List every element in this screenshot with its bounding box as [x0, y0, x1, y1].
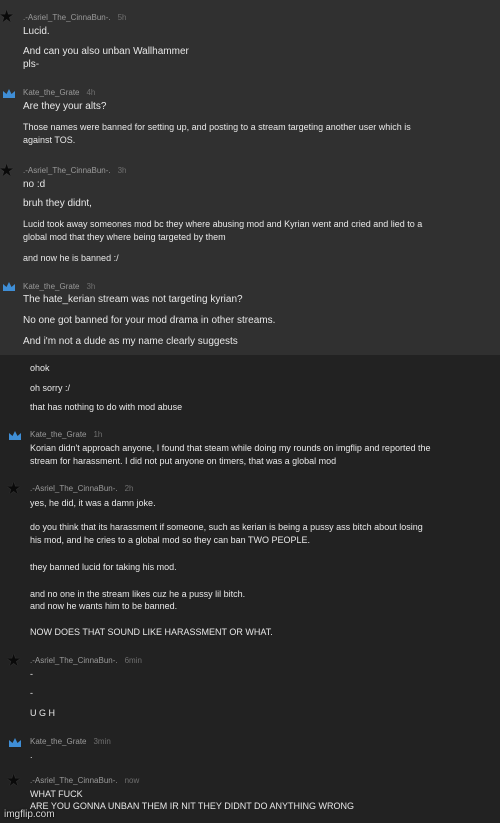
star-icon: ★: [6, 771, 22, 790]
crown-icon: [2, 88, 18, 104]
username-link[interactable]: Kate_the_Grate: [30, 430, 86, 439]
timestamp: 5h: [117, 13, 127, 22]
comment-line: Those names were banned for setting up, …: [23, 122, 411, 132]
comment-line: oh sorry :/: [30, 383, 71, 393]
username-link[interactable]: Kate_the_Grate: [23, 88, 79, 97]
crown-icon: [2, 281, 18, 297]
comment-line: ohok: [30, 363, 50, 373]
comment-line: bruh they didnt,: [23, 198, 92, 209]
comment-line: and no one in the stream likes cuz he a …: [30, 589, 246, 599]
timestamp: now: [124, 776, 140, 785]
comment-header: .-Asriel_The_CinnaBun-. 2h: [30, 484, 134, 493]
star-icon: ★: [6, 651, 22, 670]
comment-line: Lucid.: [23, 26, 50, 37]
comment-line: that has nothing to do with mod abuse: [30, 402, 183, 412]
comment-line: -: [30, 688, 33, 698]
comment-line: and now he is banned :/: [23, 253, 119, 263]
comment-line: NOW DOES THAT SOUND LIKE HARASSMENT OR W…: [30, 627, 273, 637]
comment-line: And i'm not a dude as my name clearly su…: [23, 336, 238, 347]
comment-line: ARE YOU GONNA UNBAN THEM IR NIT THEY DID…: [30, 801, 355, 811]
timestamp: 3h: [117, 166, 127, 175]
imgflip-watermark: imgflip.com: [4, 809, 55, 820]
comment-line: they banned lucid for taking his mod.: [30, 562, 177, 572]
comment-line: no :d: [23, 179, 46, 190]
comment-line: Are they your alts?: [23, 101, 107, 112]
comment-header: Kate_the_Grate 1h: [30, 430, 102, 439]
comment-header: .-Asriel_The_CinnaBun-. 5h: [23, 13, 127, 22]
comment-line: his mod, and he cries to a global mod so…: [30, 535, 310, 545]
comment-line: do you think that its harassment if some…: [30, 522, 423, 532]
comment-line: global mod that they where being targete…: [23, 232, 226, 242]
comment-header: Kate_the_Grate 3h: [23, 282, 95, 291]
username-link[interactable]: .-Asriel_The_CinnaBun-.: [30, 776, 118, 785]
comment-line: And can you also unban Wallhammer: [23, 46, 189, 57]
timestamp: 4h: [86, 88, 96, 97]
star-icon: ★: [6, 479, 22, 498]
username-link[interactable]: Kate_the_Grate: [23, 282, 79, 291]
comment-header: .-Asriel_The_CinnaBun-. 3h: [23, 166, 127, 175]
crown-icon: [8, 430, 24, 446]
comment-line: WHAT FUCK: [30, 789, 83, 799]
comment-line: .: [30, 750, 33, 760]
star-icon: ★: [0, 7, 15, 26]
comment-line: U G H: [30, 708, 56, 718]
username-link[interactable]: .-Asriel_The_CinnaBun-.: [23, 13, 111, 22]
comment-header: Kate_the_Grate 3min: [30, 737, 111, 746]
comment-line: The hate_kerian stream was not targeting…: [23, 294, 243, 305]
comment-header: .-Asriel_The_CinnaBun-. now: [30, 776, 139, 785]
username-link[interactable]: .-Asriel_The_CinnaBun-.: [30, 484, 118, 493]
timestamp: 3h: [86, 282, 96, 291]
comment-line: -: [30, 669, 33, 679]
username-link[interactable]: .-Asriel_The_CinnaBun-.: [30, 656, 118, 665]
comment-line: stream for harassment. I did not put any…: [30, 456, 337, 466]
timestamp: 6min: [124, 656, 142, 665]
comment-line: No one got banned for your mod drama in …: [23, 315, 276, 326]
comment-header: .-Asriel_The_CinnaBun-. 6min: [30, 656, 142, 665]
comment-line: yes, he did, it was a damn joke.: [30, 498, 156, 508]
username-link[interactable]: .-Asriel_The_CinnaBun-.: [23, 166, 111, 175]
crown-icon: [8, 737, 24, 753]
username-link[interactable]: Kate_the_Grate: [30, 737, 86, 746]
comment-line: Lucid took away someones mod bc they whe…: [23, 219, 423, 229]
timestamp: 3min: [93, 737, 111, 746]
comment-header: Kate_the_Grate 4h: [23, 88, 95, 97]
comment-line: pls-: [23, 59, 40, 70]
comment-line: Korian didn't approach anyone, I found t…: [30, 443, 431, 453]
timestamp: 1h: [93, 430, 103, 439]
timestamp: 2h: [124, 484, 134, 493]
comment-line: against TOS.: [23, 135, 76, 145]
comment-line: and now he wants him to be banned.: [30, 601, 178, 611]
star-icon: ★: [0, 161, 15, 180]
